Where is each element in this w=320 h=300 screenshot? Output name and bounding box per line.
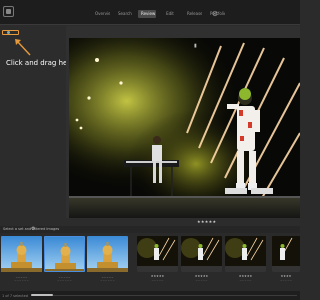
tab-review[interactable]: Review [138, 10, 156, 18]
thumbnail-image[interactable] [225, 236, 266, 272]
thumbnail-subtitle: _ _ _ _ _ _ [14, 277, 29, 281]
thumbnail[interactable]: ★★★★★ _ _ _ _ _ [225, 236, 266, 281]
thumbnail-subtitle: _ _ _ _ _ [151, 277, 164, 281]
gear-icon[interactable]: ⚙ [211, 10, 219, 18]
thumbnail-subtitle: _ _ _ _ _ _ [100, 277, 115, 281]
tab-search[interactable]: Search [115, 10, 133, 18]
thumbnail[interactable]: _ _ _ _ _ _ _ _ _ _ _ [44, 236, 85, 281]
filmstrip-header: Select a set and Filtered Images ⚙ [0, 226, 300, 233]
status-text: 1 of 7 selected [2, 294, 28, 298]
app-window: Overview Search Review Edit Release Port… [0, 0, 300, 300]
scrollbar-thumb[interactable] [31, 294, 53, 296]
left-panel: Click and drag here [0, 26, 74, 218]
tab-edit[interactable]: Edit [161, 10, 179, 18]
image-viewer[interactable]: ▮ ★★★★★ _ _ _ _ _ [66, 26, 300, 227]
filmstrip: _ _ _ _ _ _ _ _ _ _ _ _ _ _ _ _ _ _ _ _ … [0, 233, 300, 291]
thumbnail-image[interactable] [272, 236, 300, 272]
tab-overview[interactable]: Overview [92, 10, 110, 18]
thumbnail-image[interactable] [1, 236, 42, 272]
dot-icon [7, 31, 10, 34]
app-logo-icon [3, 6, 14, 17]
scroll-track[interactable] [31, 294, 297, 296]
thumbnail-subtitle: _ _ _ _ _ [239, 277, 252, 281]
thumbnail-subtitle: _ _ _ _ _ _ [57, 277, 72, 281]
status-bar: 1 of 7 selected [0, 291, 300, 300]
gear-icon[interactable]: ⚙ [31, 226, 35, 232]
thumbnail[interactable]: ★★★★ _ _ _ _ _ [272, 236, 300, 281]
top-bar: Overview Search Review Edit Release Port… [0, 0, 300, 25]
thumbnail-subtitle: _ _ _ _ _ [195, 277, 208, 281]
thumbnail[interactable]: ★★★★★ _ _ _ _ _ [137, 236, 178, 281]
thumbnail-image[interactable] [44, 236, 85, 272]
thumbnail-image[interactable] [137, 236, 178, 272]
thumbnail[interactable]: _ _ _ _ _ _ _ _ _ _ _ [87, 236, 128, 281]
main-photo[interactable] [69, 38, 300, 218]
thumbnail-image[interactable] [181, 236, 222, 272]
thumbnail-image[interactable] [87, 236, 128, 272]
thumbnail-subtitle: _ _ _ _ _ [280, 277, 292, 281]
main-tabs: Overview Search Review Edit Release Port… [92, 10, 225, 18]
thumbnail[interactable]: _ _ _ _ _ _ _ _ _ _ _ [1, 236, 42, 281]
thumbnail[interactable]: ★★★★★ _ _ _ _ _ [181, 236, 222, 281]
zoom-indicator[interactable]: ▮ [194, 43, 197, 49]
selection-marker[interactable] [2, 30, 19, 35]
tab-release[interactable]: Release [184, 10, 202, 18]
